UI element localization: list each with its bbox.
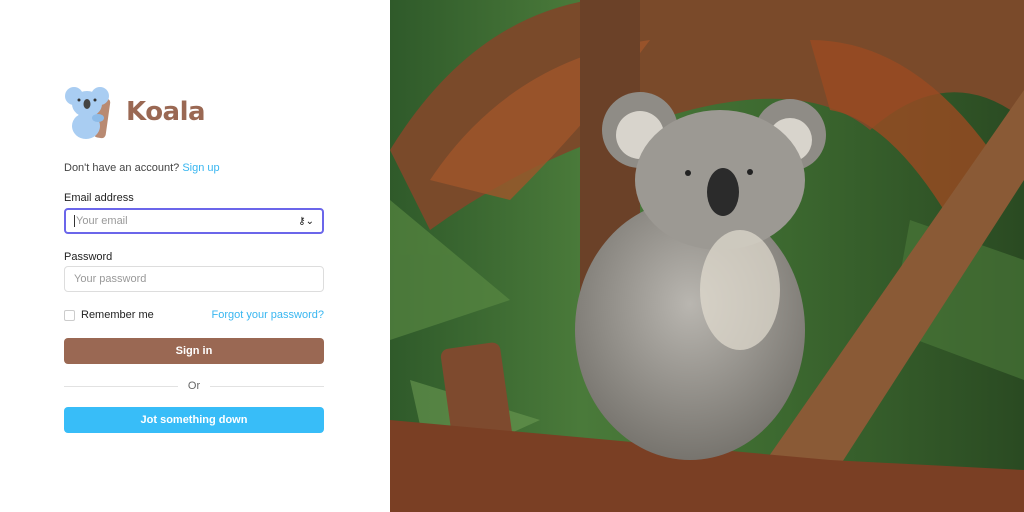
- remember-me[interactable]: Remember me: [64, 309, 154, 321]
- password-field[interactable]: Your password: [64, 266, 324, 292]
- or-text: Or: [187, 380, 201, 392]
- password-placeholder: Your password: [74, 273, 147, 285]
- sign-in-button[interactable]: Sign in: [64, 338, 324, 364]
- password-manager-key-icon[interactable]: ⚷⌄: [298, 216, 314, 227]
- forgot-password-link[interactable]: Forgot your password?: [212, 309, 325, 321]
- signup-prompt: Don't have an account? Sign up: [64, 162, 220, 174]
- jot-something-down-button[interactable]: Jot something down: [64, 407, 324, 433]
- divider-line: [64, 385, 178, 387]
- or-divider: Or: [64, 380, 325, 392]
- email-label: Email address: [64, 192, 134, 204]
- signup-link[interactable]: Sign up: [182, 162, 219, 174]
- text-caret: [74, 215, 75, 227]
- signup-text: Don't have an account?: [64, 162, 180, 174]
- email-field[interactable]: Your email ⚷⌄: [64, 208, 324, 234]
- logo: Koala: [64, 84, 206, 140]
- remember-checkbox[interactable]: [64, 309, 75, 321]
- divider-line: [210, 385, 325, 387]
- koala-photo: [390, 0, 1024, 512]
- koala-photo-illustration: [390, 0, 1024, 512]
- remember-label: Remember me: [81, 309, 154, 321]
- password-label: Password: [64, 251, 113, 263]
- koala-logo-icon: [65, 87, 111, 139]
- login-panel: Koala Don't have an account? Sign up Ema…: [0, 0, 390, 512]
- email-placeholder: Your email: [76, 215, 128, 227]
- brand-name: Koala: [126, 97, 206, 127]
